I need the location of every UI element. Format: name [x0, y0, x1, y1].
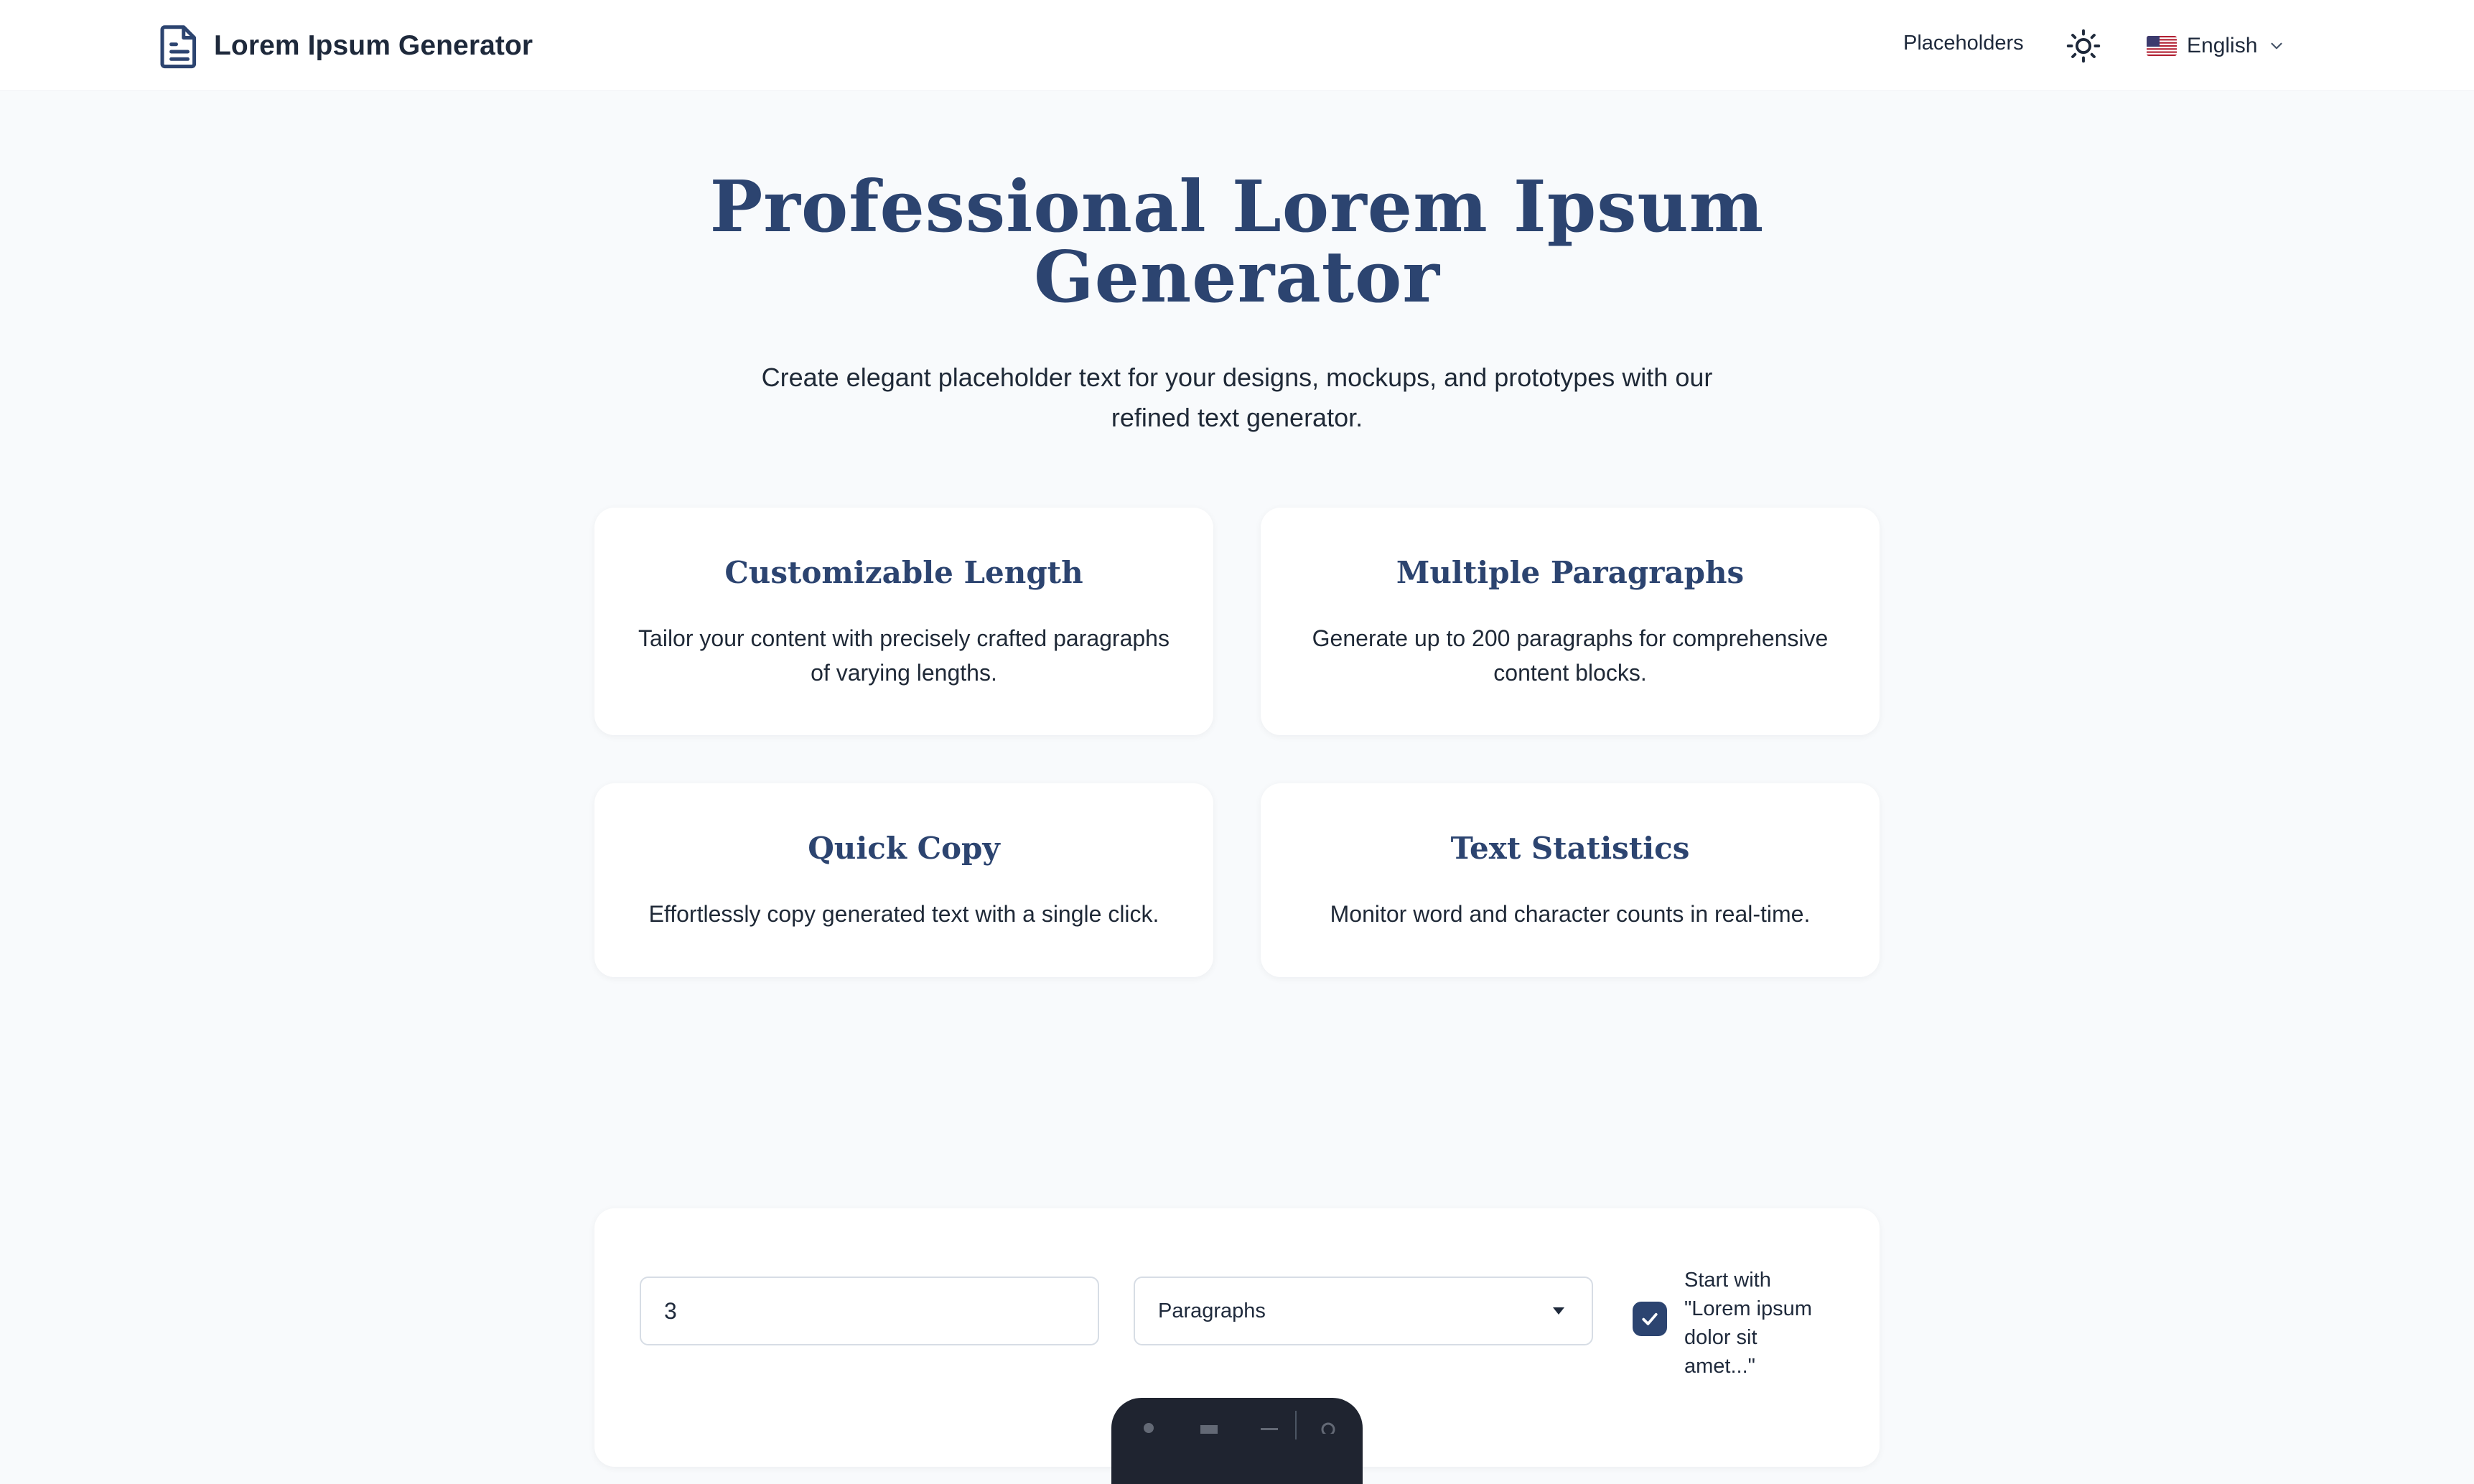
top-nav: Lorem Ipsum Generator Placeholders Engli…: [0, 0, 2474, 91]
floating-toolbar: [1111, 1398, 1363, 1484]
feature-card-text: Generate up to 200 paragraphs for compre…: [1312, 625, 1829, 686]
toolbar-icons: [1133, 1414, 1285, 1434]
person-icon[interactable]: [1133, 1414, 1164, 1434]
folder-icon[interactable]: [1193, 1414, 1225, 1434]
feature-card-text-statistics: Text Statistics Monitor word and charact…: [1261, 783, 1880, 977]
page: Lorem Ipsum Generator Placeholders Engli…: [0, 0, 2474, 1484]
page-title-line-2: Generator: [1033, 236, 1441, 319]
language-selector[interactable]: English: [2147, 27, 2286, 65]
feature-card-text: Monitor word and character counts in rea…: [1330, 901, 1811, 927]
feature-card-multiple-paragraphs: Multiple Paragraphs Generate up to 200 p…: [1261, 508, 1880, 735]
caret-down-icon: [1553, 1307, 1564, 1315]
feature-card-title: Multiple Paragraphs: [1396, 555, 1745, 590]
feature-card-title: Text Statistics: [1450, 831, 1690, 866]
chevron-down-icon: [2271, 42, 2282, 50]
page-subtitle: Create elegant placeholder text for your…: [761, 363, 1713, 432]
toolbar-divider: [1295, 1411, 1297, 1439]
check-icon: [1642, 1312, 1658, 1325]
settings-icon[interactable]: [1312, 1414, 1344, 1434]
us-flag-icon: [2147, 36, 2177, 56]
feature-card-title: Quick Copy: [808, 831, 1000, 866]
start-with-lorem-option: Start with "Lorem ipsum dolor sit amet..…: [1633, 1266, 1834, 1381]
nav-actions: Placeholders English: [0, 23, 2474, 69]
unit-select-value: Paragraphs: [1158, 1299, 1266, 1322]
feature-card-text: Effortlessly copy generated text with a …: [648, 901, 1159, 927]
count-input[interactable]: [640, 1277, 1099, 1345]
generator-panel: Paragraphs Start with "Lorem ipsum dolor…: [594, 1208, 1880, 1484]
page-title: Professional Lorem Ipsum Generator: [0, 172, 2474, 313]
sun-icon[interactable]: [2065, 27, 2102, 65]
start-with-lorem-label: Start with "Lorem ipsum dolor sit amet..…: [1684, 1269, 1812, 1378]
feature-card-title: Customizable Length: [724, 555, 1083, 590]
start-with-lorem-checkbox[interactable]: [1633, 1302, 1667, 1336]
feature-card-text: Tailor your content with precisely craft…: [638, 625, 1170, 686]
nav-link-placeholders[interactable]: Placeholders: [1903, 32, 2024, 55]
feature-card-quick-copy: Quick Copy Effortlessly copy generated t…: [594, 783, 1213, 977]
unit-select[interactable]: Paragraphs: [1134, 1277, 1593, 1345]
feature-card-customizable-length: Customizable Length Tailor your content …: [594, 508, 1213, 735]
language-label: English: [2187, 34, 2258, 57]
menu-icon[interactable]: [1254, 1414, 1285, 1434]
